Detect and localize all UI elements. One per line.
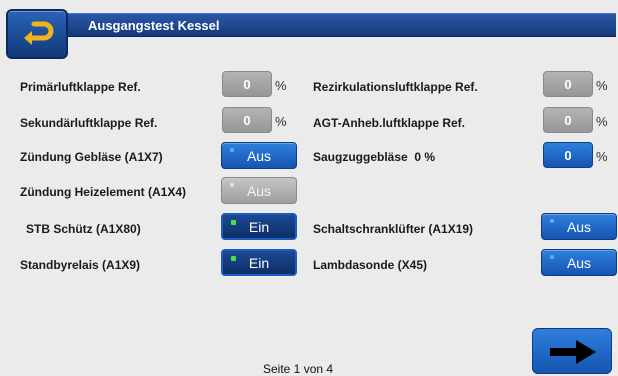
page-indicator: Seite 1 von 4 [263, 362, 334, 376]
secondary-air-flap-value[interactable]: 0 [222, 107, 272, 133]
recirculation-flap-label: Rezirkulationsluftklappe Ref. [313, 80, 478, 94]
primary-air-flap-label: Primärluftklappe Ref. [20, 80, 141, 94]
secondary-air-flap-unit: % [275, 114, 287, 129]
primary-air-flap-unit: % [275, 78, 287, 93]
page-title: Ausgangstest Kessel [88, 18, 220, 33]
induced-draft-fan-value[interactable]: 0 [543, 142, 593, 168]
status-led [230, 148, 234, 152]
ignition-heater-toggle[interactable]: Aus [221, 177, 297, 204]
ignition-fan-label: Zündung Gebläse (A1X7) [20, 150, 163, 164]
arrow-right-icon [550, 340, 596, 364]
title-bar: Ausgangstest Kessel [68, 13, 616, 37]
cabinet-fan-toggle-label: Aus [566, 218, 592, 235]
ignition-fan-toggle-label: Aus [246, 147, 272, 164]
induced-draft-fan-unit: % [596, 149, 608, 164]
next-page-button[interactable] [532, 328, 612, 374]
stb-contactor-toggle-label: Ein [248, 218, 270, 235]
back-button[interactable] [6, 9, 68, 59]
cabinet-fan-toggle[interactable]: Aus [541, 213, 617, 240]
ignition-heater-toggle-label: Aus [246, 182, 272, 199]
status-led-on [231, 220, 236, 225]
standby-relay-toggle[interactable]: Ein [221, 249, 297, 276]
standby-relay-toggle-label: Ein [248, 254, 270, 271]
stb-contactor-label: STB Schütz (A1X80) [26, 222, 141, 236]
lambda-probe-toggle[interactable]: Aus [541, 249, 617, 276]
secondary-air-flap-label: Sekundärluftklappe Ref. [20, 116, 158, 130]
status-led [550, 219, 554, 223]
status-led [230, 183, 234, 187]
lambda-probe-toggle-label: Aus [566, 254, 592, 271]
return-arrow-icon [24, 21, 54, 45]
induced-draft-fan-label: Saugzuggebläse 0 % [313, 150, 436, 164]
ignition-heater-label: Zündung Heizelement (A1X4) [20, 185, 187, 199]
ignition-fan-toggle[interactable]: Aus [221, 142, 297, 169]
agt-flap-unit: % [596, 114, 608, 129]
lambda-probe-label: Lambdasonde (X45) [313, 258, 428, 272]
status-led [550, 255, 554, 259]
standby-relay-label: Standbyrelais (A1X9) [20, 258, 141, 272]
stb-contactor-toggle[interactable]: Ein [221, 213, 297, 240]
recirculation-flap-unit: % [596, 78, 608, 93]
status-led-on [231, 256, 236, 261]
agt-flap-label: AGT-Anheb.luftklappe Ref. [313, 116, 466, 130]
cabinet-fan-label: Schaltschranklüfter (A1X19) [313, 222, 474, 236]
agt-flap-value[interactable]: 0 [543, 107, 593, 133]
recirculation-flap-value[interactable]: 0 [543, 71, 593, 97]
primary-air-flap-value[interactable]: 0 [222, 71, 272, 97]
